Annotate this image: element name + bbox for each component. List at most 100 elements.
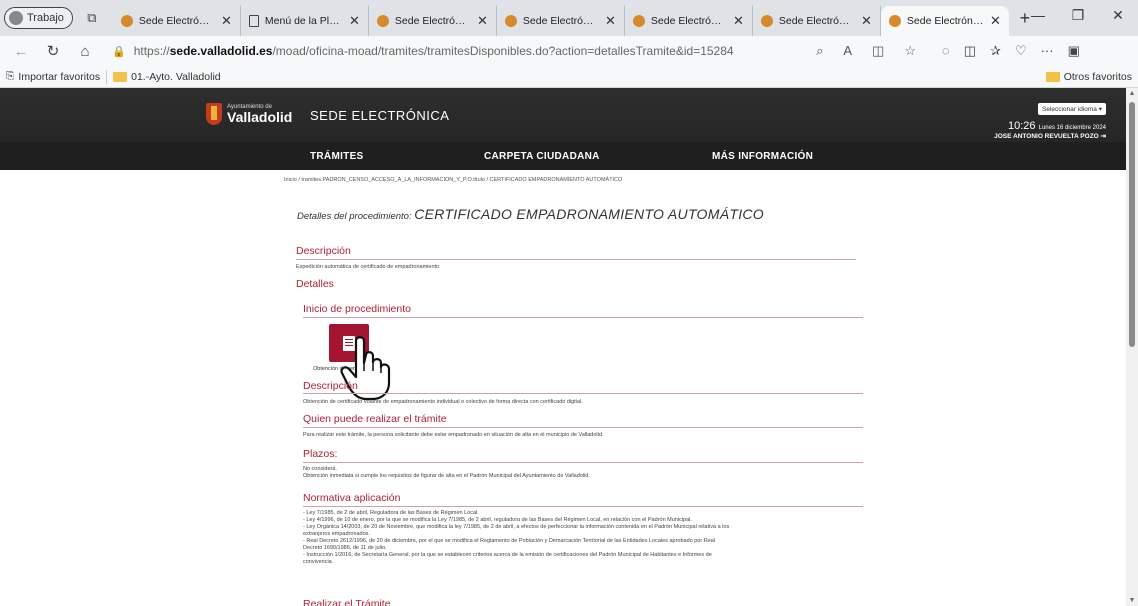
section-descripcion: Descripción: [296, 245, 351, 257]
browser-tab[interactable]: Menú de la Plataforma ✕: [241, 6, 369, 36]
descripcion-detalle-text: Obtención de certificado volante de empa…: [303, 399, 583, 405]
valladolid-logo[interactable]: Ayuntamiento de Valladolid: [206, 103, 292, 125]
plazos-text-1: No considera.: [303, 466, 337, 472]
document-icon: [248, 15, 259, 27]
bookmark-folder-valladolid[interactable]: 01.-Ayto. Valladolid: [113, 71, 221, 83]
bookmark-import[interactable]: ⎘ Importar favoritos: [6, 70, 100, 83]
scroll-up-icon[interactable]: ▲: [1126, 90, 1138, 97]
browser-toolbar: ← ↻ ⌂ 🔒 https://sede.valladolid.es/moad/…: [0, 36, 1138, 66]
extension-icon[interactable]: ◌: [942, 43, 950, 59]
home-icon[interactable]: ⌂: [72, 39, 98, 63]
normativa-line: - Ley Orgánica 14/2003, de 20 de Noviemb…: [303, 524, 730, 530]
bookmark-separator: [106, 69, 108, 84]
tab-title: Sede Electrónica: [138, 15, 215, 27]
descripcion-text: Expedición automática de certificado de …: [296, 264, 440, 270]
section-normativa: Normativa aplicación: [303, 492, 401, 504]
plazos-text-2: Obtención inmediata si cumple los requis…: [303, 473, 590, 479]
more-menu-icon[interactable]: ···: [1041, 43, 1054, 59]
site-nav: TRÁMITES CARPETA CIUDADANA MÁS INFORMACI…: [0, 142, 1126, 170]
close-tab-icon[interactable]: ✕: [477, 13, 488, 29]
divider: [303, 427, 863, 428]
language-select[interactable]: Seleccionar idioma ▾: [1038, 103, 1106, 115]
section-descripcion-detalle: Descripción: [303, 380, 358, 392]
close-tab-icon[interactable]: ✕: [861, 13, 872, 29]
browser-tab[interactable]: Sede Electrónica ✕: [880, 6, 1009, 36]
close-window-icon[interactable]: ✕: [1098, 0, 1138, 30]
web-page: Ayuntamiento de Valladolid SEDE ELECTRÓN…: [0, 88, 1126, 606]
favorite-star-icon[interactable]: ☆: [904, 43, 916, 59]
copilot-icon[interactable]: ▣: [1068, 43, 1080, 59]
divider: [303, 506, 863, 507]
url-prefix: https://: [133, 44, 170, 58]
collections-icon[interactable]: ♡: [1015, 43, 1027, 59]
sede-favicon-icon: [888, 15, 901, 27]
sede-favicon-icon: [376, 15, 389, 27]
tab-title: Menú de la Plataforma: [264, 15, 343, 27]
site-title: SEDE ELECTRÓNICA: [310, 108, 450, 123]
browser-tab[interactable]: Sede Electrónica ✕: [369, 6, 497, 36]
user-name-label: JOSE ANTONIO REVUELTA POZO: [994, 133, 1099, 140]
close-tab-icon[interactable]: ✕: [990, 13, 1001, 29]
scrollbar-thumb[interactable]: [1129, 102, 1135, 347]
logo-big-text: Valladolid: [227, 109, 293, 125]
sidebar-icon[interactable]: ◫: [964, 43, 976, 59]
profile-avatar-icon: [9, 11, 23, 25]
url-path: /moad/oficina-moad/tramites/tramitesDisp…: [272, 44, 734, 58]
folder-icon: [113, 71, 128, 82]
nav-carpeta-ciudadana[interactable]: CARPETA CIUDADANA: [484, 151, 600, 162]
site-header: Ayuntamiento de Valladolid SEDE ELECTRÓN…: [0, 88, 1126, 142]
tab-title: Sede Electrónica: [650, 15, 727, 27]
refresh-icon[interactable]: ↻: [40, 39, 66, 63]
bookmark-import-label: Importar favoritos: [18, 70, 101, 83]
tab-title: Sede Electrónica: [906, 15, 984, 27]
other-favorites[interactable]: Otros favoritos: [1045, 70, 1132, 83]
back-icon[interactable]: ←: [8, 39, 34, 63]
quien-text: Para realizar este trámite, la persona s…: [303, 432, 604, 438]
other-favorites-label: Otros favoritos: [1063, 70, 1132, 83]
language-select-label: Seleccionar idioma: [1042, 106, 1097, 113]
clock-date: Lunes 16 diciembre 2024: [1038, 125, 1106, 131]
divider: [303, 393, 863, 394]
divider: [303, 462, 863, 463]
normativa-list: - Ley 7/1985, de 2 de abril, Reguladora …: [303, 510, 863, 566]
page-title-prefix: Detalles del procedimiento:: [297, 211, 412, 222]
close-tab-icon[interactable]: ✕: [733, 13, 744, 29]
nav-tramites[interactable]: TRÁMITES: [310, 151, 364, 162]
scroll-down-icon[interactable]: ▼: [1126, 597, 1138, 604]
section-plazos: Plazos:: [303, 448, 338, 460]
read-aloud-icon[interactable]: A: [843, 43, 852, 59]
clock: 10:26 Lunes 16 diciembre 2024: [994, 120, 1106, 132]
tab-title: Sede Electrónica: [522, 15, 599, 27]
page-scrollbar[interactable]: ▲ ▼: [1126, 88, 1138, 606]
normativa-line: - Instrucción 1/2016, de Secretaría Gene…: [303, 552, 712, 558]
favorites-icon[interactable]: ✰: [990, 43, 1001, 59]
profile-button[interactable]: Trabajo: [4, 7, 73, 29]
tab-actions-icon[interactable]: ⧉: [81, 7, 103, 29]
profile-label: Trabajo: [27, 12, 64, 24]
sede-favicon-icon: [760, 15, 773, 27]
zoom-icon[interactable]: ⌕: [816, 43, 823, 59]
browser-tab[interactable]: Sede Electrónica ✕: [113, 6, 241, 36]
url-host: sede.valladolid.es: [169, 44, 273, 58]
split-screen-icon[interactable]: ◫: [872, 43, 884, 59]
restore-icon[interactable]: ❐: [1058, 0, 1098, 30]
lock-icon: 🔒: [112, 45, 126, 58]
normativa-line: extranjeros empadronados.: [303, 531, 370, 537]
normativa-line: Decreto 1690/1986, de 11 de julio.: [303, 545, 387, 551]
coat-of-arms-icon: [206, 103, 222, 125]
sede-favicon-icon: [504, 15, 517, 27]
user-name[interactable]: JOSE ANTONIO REVUELTA POZO ⇥: [994, 132, 1106, 140]
close-tab-icon[interactable]: ✕: [605, 13, 616, 29]
minimize-icon[interactable]: —: [1018, 0, 1058, 30]
close-tab-icon[interactable]: ✕: [349, 13, 360, 29]
address-bar[interactable]: 🔒 https://sede.valladolid.es/moad/oficin…: [104, 39, 924, 63]
close-tab-icon[interactable]: ✕: [221, 13, 232, 29]
nav-mas-informacion[interactable]: MÁS INFORMACIÓN: [712, 151, 813, 162]
browser-tab[interactable]: Sede Electrónica ✕: [753, 6, 881, 36]
sede-favicon-icon: [120, 15, 133, 27]
section-quien: Quien puede realizar el trámite: [303, 413, 447, 425]
breadcrumb[interactable]: Inicio / tramites.PADRON_CENSO_ACCESO_A_…: [284, 177, 622, 183]
browser-tab[interactable]: Sede Electrónica ✕: [497, 6, 625, 36]
browser-tab[interactable]: Sede Electrónica ✕: [625, 6, 753, 36]
bookmarks-bar: ⎘ Importar favoritos 01.-Ayto. Valladoli…: [0, 66, 1138, 88]
